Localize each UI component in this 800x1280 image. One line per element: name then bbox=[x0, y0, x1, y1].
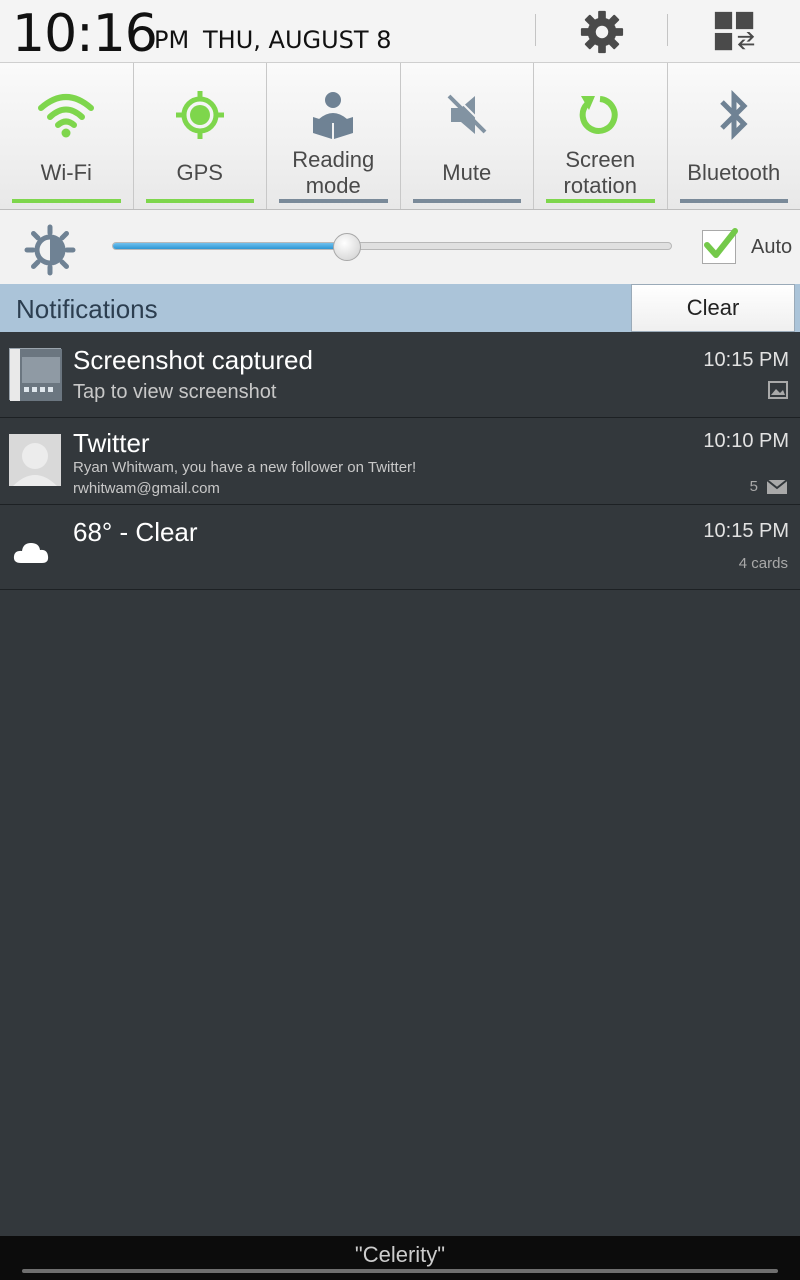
avatar-icon bbox=[9, 434, 61, 486]
toggle-state-bar bbox=[546, 199, 655, 203]
settings-button[interactable] bbox=[570, 6, 634, 58]
multi-window-button[interactable] bbox=[703, 6, 767, 58]
notification-subtitle: Ryan Whitwam, you have a new follower on… bbox=[73, 459, 417, 476]
brightness-slider-thumb[interactable] bbox=[333, 233, 362, 261]
status-header: 10:16 PM THU, AUGUST 8 bbox=[0, 0, 800, 64]
toggle-state-bar bbox=[412, 199, 521, 203]
notification-account: rwhitwam@gmail.com bbox=[73, 480, 220, 497]
toggle-gps[interactable]: GPS bbox=[133, 63, 267, 209]
notifications-header: Notifications Clear bbox=[0, 284, 800, 332]
carrier-name: "Celerity" bbox=[354, 1242, 446, 1267]
auto-brightness-checkbox[interactable] bbox=[702, 228, 738, 264]
notifications-title: Notifications bbox=[16, 294, 158, 324]
screenshot-thumbnail bbox=[9, 348, 62, 401]
gps-icon bbox=[175, 91, 224, 139]
notification-count: 5 bbox=[749, 478, 758, 495]
notification-time: 10:15 PM bbox=[703, 349, 789, 371]
toggle-label: Mute bbox=[442, 160, 492, 185]
brightness-slider[interactable] bbox=[112, 233, 672, 261]
toggle-label: Reading mode bbox=[292, 147, 375, 198]
toggle-state-bar bbox=[12, 199, 121, 203]
notification-screenshot[interactable]: Screenshot captured Tap to view screensh… bbox=[0, 332, 800, 418]
notification-title: 68° - Clear bbox=[73, 517, 198, 547]
toggle-state-bar bbox=[679, 199, 788, 203]
notification-meta: 4 cards bbox=[738, 555, 788, 572]
notification-meta: 5 bbox=[750, 478, 788, 495]
toggle-wifi[interactable]: Wi-Fi bbox=[0, 63, 134, 209]
toggle-state-bar bbox=[145, 199, 254, 203]
toggle-reading-mode[interactable]: Reading mode bbox=[267, 63, 401, 209]
toggle-screen-rotation[interactable]: Screen rotation bbox=[534, 63, 668, 209]
notification-title: Screenshot captured bbox=[73, 345, 313, 375]
toggle-label: Wi-Fi bbox=[40, 160, 92, 185]
bluetooth-icon bbox=[719, 89, 748, 141]
screen-rotation-icon bbox=[579, 96, 618, 134]
reading-mode-icon bbox=[313, 92, 354, 139]
header-divider bbox=[667, 14, 668, 46]
brightness-slider-fill bbox=[113, 243, 348, 249]
clear-button[interactable]: Clear bbox=[631, 284, 795, 332]
notification-title: Twitter bbox=[73, 428, 150, 458]
multi-window-icon bbox=[714, 11, 755, 51]
panel-drag-handle[interactable] bbox=[22, 1269, 778, 1273]
notification-time: 10:15 PM bbox=[703, 520, 789, 542]
header-divider bbox=[535, 14, 536, 46]
toggle-bluetooth[interactable]: Bluetooth bbox=[667, 63, 800, 209]
gear-icon bbox=[580, 10, 624, 54]
notification-weather[interactable]: 68° - Clear 10:15 PM 4 cards bbox=[0, 505, 800, 590]
image-icon bbox=[768, 381, 788, 399]
cloud-icon bbox=[9, 521, 61, 573]
notification-meta bbox=[768, 381, 788, 399]
date: THU, AUGUST 8 bbox=[203, 26, 392, 54]
checkmark-icon bbox=[704, 228, 738, 258]
toggle-state-bar bbox=[279, 199, 388, 203]
mute-icon bbox=[447, 92, 489, 134]
brightness-icon bbox=[24, 224, 76, 276]
toggle-mute[interactable]: Mute bbox=[400, 63, 534, 209]
notification-time: 10:10 PM bbox=[703, 430, 789, 452]
toggle-label: Screen rotation bbox=[563, 147, 637, 198]
auto-brightness-label: Auto bbox=[751, 236, 793, 258]
notification-twitter[interactable]: Twitter Ryan Whitwam, you have a new fol… bbox=[0, 418, 800, 505]
quick-settings-toggles: Wi-Fi GPS Reading mode Mute Screen rotat… bbox=[0, 62, 800, 210]
clock: 10:16 bbox=[12, 4, 158, 64]
clock-ampm: PM bbox=[154, 26, 190, 54]
wifi-icon bbox=[38, 94, 95, 138]
email-icon bbox=[766, 478, 788, 494]
notification-subtitle: Tap to view screenshot bbox=[73, 381, 277, 403]
brightness-row: Auto bbox=[0, 210, 800, 284]
toggle-label: GPS bbox=[176, 160, 223, 185]
carrier-bar: "Celerity" bbox=[0, 1236, 800, 1280]
toggle-label: Bluetooth bbox=[687, 160, 781, 185]
